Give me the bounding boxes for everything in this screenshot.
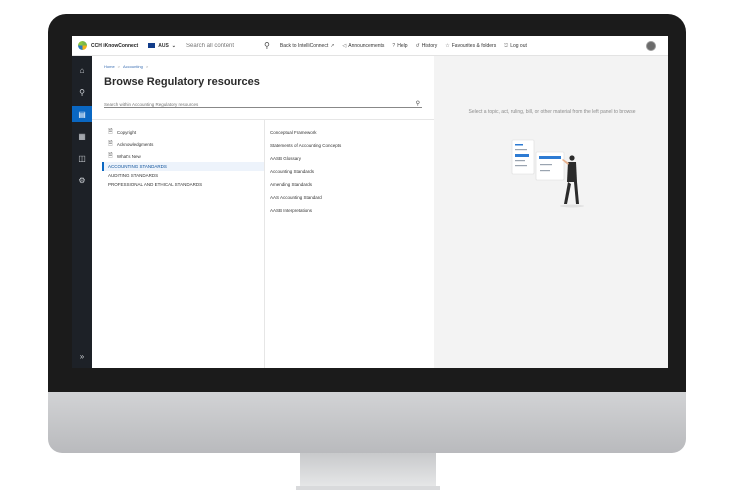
screen: CCH iKnowConnect AUS ⌄ ⚲ Back to Intelli… xyxy=(72,36,668,368)
expand-icon[interactable]: » xyxy=(72,348,92,364)
topic-column: 🗎 Copyright 🗎 Acknowledgments 🗎 What's N… xyxy=(102,126,264,189)
column-divider xyxy=(264,120,265,368)
list-item[interactable]: Statements of Accounting Concepts xyxy=(270,139,430,152)
logout-icon: ⎋ xyxy=(504,42,509,49)
resource-search-input[interactable] xyxy=(104,102,416,107)
breadcrumb: Home > Accounting > xyxy=(104,64,148,69)
library-icon[interactable]: ▤ xyxy=(72,106,92,122)
list-item-copyright[interactable]: 🗎 Copyright xyxy=(102,126,264,138)
list-item-accounting-standards[interactable]: ACCOUNTING STANDARDS xyxy=(102,162,264,171)
favourites-link[interactable]: ☆ Favourites & folders xyxy=(445,43,496,49)
monitor-stand-base xyxy=(296,486,440,490)
search-icon[interactable]: ⚲ xyxy=(264,41,270,50)
left-rail: ⌂ ⚲ ▤ ▦ ◫ ⚙ » xyxy=(72,56,92,368)
list-item-auditing-standards[interactable]: AUDITING STANDARDS xyxy=(102,171,264,180)
list-item-acknowledgments[interactable]: 🗎 Acknowledgments xyxy=(102,138,264,150)
breadcrumb-accounting[interactable]: Accounting xyxy=(123,64,143,69)
browse-panel: Home > Accounting > Browse Regulatory re… xyxy=(92,56,434,368)
search-icon[interactable]: ⚲ xyxy=(72,84,92,100)
cch-logo-icon[interactable] xyxy=(78,41,87,50)
list-item[interactable]: Amending Standards xyxy=(270,178,430,191)
search-icon[interactable]: ⚲ xyxy=(416,100,420,107)
announcements-link[interactable]: ◁ Announcements xyxy=(342,43,384,49)
help-icon: ? xyxy=(392,42,396,49)
monitor-stand xyxy=(300,453,436,487)
external-link-icon: ↗ xyxy=(330,42,335,49)
logout-link[interactable]: ⎋ Log out xyxy=(504,43,527,49)
book-icon[interactable]: ▦ xyxy=(72,128,92,144)
global-search-input[interactable] xyxy=(186,42,260,49)
list-item-whats-new[interactable]: 🗎 What's New xyxy=(102,150,264,162)
browse-illustration xyxy=(511,139,584,208)
breadcrumb-separator: > xyxy=(145,64,149,69)
chevron-down-icon: ⌄ xyxy=(171,42,176,49)
list-item[interactable]: AAS Accounting Standard xyxy=(270,191,430,204)
list-item[interactable]: AASB Interpretations xyxy=(270,204,430,217)
megaphone-icon: ◁ xyxy=(342,42,347,49)
monitor-chin xyxy=(48,392,686,453)
back-to-intelliconnect-link[interactable]: Back to IntelliConnect ↗ xyxy=(280,43,335,49)
star-icon: ☆ xyxy=(445,42,450,49)
avatar[interactable] xyxy=(646,41,656,51)
history-link[interactable]: ↺ History xyxy=(416,43,438,49)
region-label: AUS xyxy=(158,42,169,49)
divider xyxy=(92,119,434,120)
help-link[interactable]: ? Help xyxy=(392,43,407,49)
top-nav-links: Back to IntelliConnect ↗ ◁ Announcements… xyxy=(280,43,527,49)
brand-name: CCH iKnowConnect xyxy=(91,42,139,49)
tools-icon[interactable]: ⚙ xyxy=(72,172,92,188)
list-item[interactable]: AASB Glossary xyxy=(270,152,430,165)
map-icon[interactable]: ◫ xyxy=(72,150,92,166)
document-icon: 🗎 xyxy=(108,141,113,147)
resource-search: ⚲ xyxy=(104,100,422,108)
home-icon[interactable]: ⌂ xyxy=(72,62,92,78)
document-icon: 🗎 xyxy=(108,153,113,159)
region-selector[interactable]: AUS ⌄ xyxy=(148,43,176,49)
empty-state-message: Select a topic, act, ruling, bill, or ot… xyxy=(468,109,636,115)
preview-panel: Select a topic, act, ruling, bill, or ot… xyxy=(434,56,668,368)
list-item[interactable]: Accounting Standards xyxy=(270,165,430,178)
list-item-professional-ethical-standards[interactable]: PROFESSIONAL AND ETHICAL STANDARDS xyxy=(102,180,264,189)
australia-flag-icon xyxy=(148,43,156,48)
top-bar: CCH iKnowConnect AUS ⌄ ⚲ Back to Intelli… xyxy=(72,36,668,56)
breadcrumb-separator: > xyxy=(117,64,121,69)
page-title: Browse Regulatory resources xyxy=(104,76,260,88)
document-icon: 🗎 xyxy=(108,129,113,135)
list-item[interactable]: Conceptual Framework xyxy=(270,126,430,139)
breadcrumb-home[interactable]: Home xyxy=(104,64,115,69)
subtopic-column: Conceptual Framework Statements of Accou… xyxy=(270,126,430,217)
history-icon: ↺ xyxy=(415,42,420,49)
